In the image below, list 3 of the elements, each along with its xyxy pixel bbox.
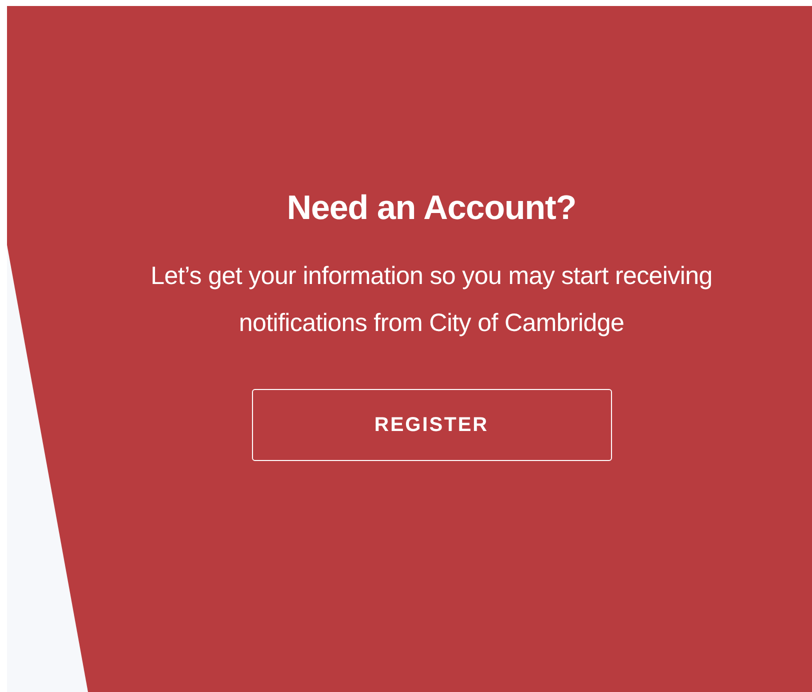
register-button[interactable]: REGISTER: [252, 389, 612, 461]
panel-title: Need an Account?: [286, 188, 576, 229]
panel-message: Let’s get your information so you may start receiving notifications from City of Cambridge: [150, 261, 714, 339]
